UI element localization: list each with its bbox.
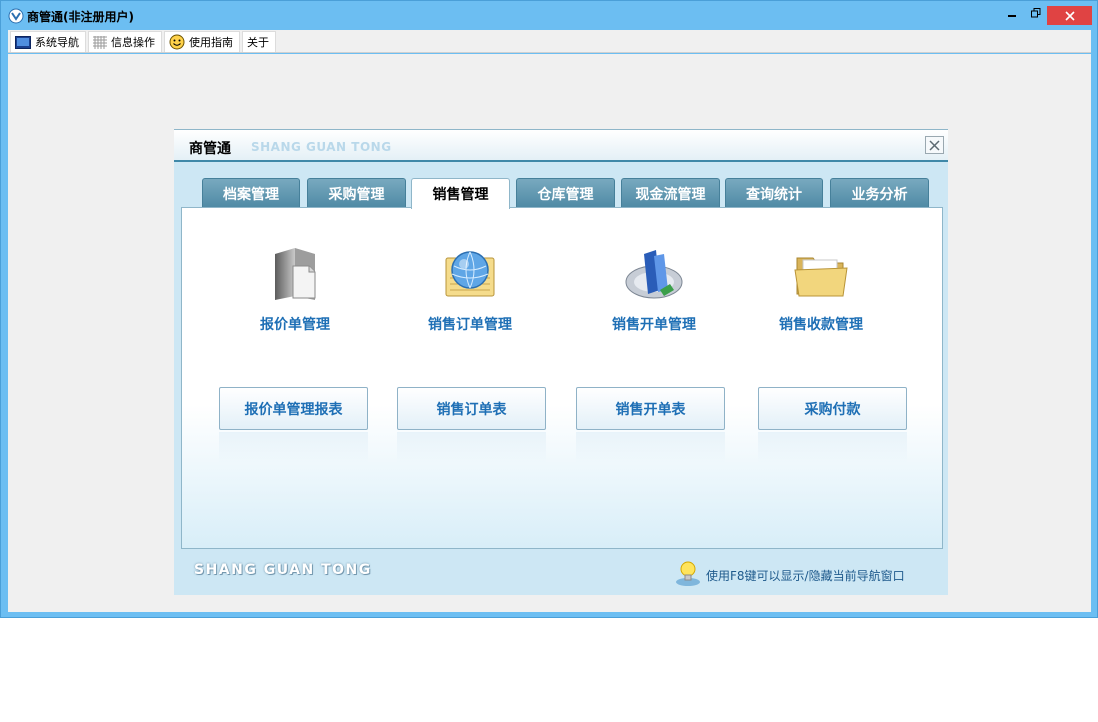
report-button-sales-invoice[interactable]: 销售开单表 (576, 387, 725, 430)
tab-cashflow-management[interactable]: 现金流管理 (621, 178, 720, 208)
tab-label: 仓库管理 (537, 186, 594, 203)
menu-label: 信息操作 (111, 36, 155, 49)
close-icon (1064, 10, 1075, 21)
tab-label: 采购管理 (328, 186, 385, 203)
menu-user-guide[interactable]: 使用指南 (164, 31, 240, 52)
tab-label: 现金流管理 (635, 186, 706, 203)
tab-warehouse-management[interactable]: 仓库管理 (516, 178, 615, 208)
report-button-quote[interactable]: 报价单管理报表 (219, 387, 368, 430)
module-label: 销售收款管理 (779, 317, 863, 333)
monitor-icon (15, 35, 31, 49)
menu-information-operation[interactable]: 信息操作 (88, 31, 162, 52)
menu-label: 关于 (247, 36, 269, 49)
module-sales-invoice-management[interactable]: 销售开单管理 (584, 244, 724, 334)
close-window-button[interactable] (1047, 6, 1092, 25)
restore-button[interactable] (1025, 1, 1047, 25)
tab-purchase-management[interactable]: 采购管理 (307, 178, 406, 208)
app-logo-icon (8, 8, 24, 24)
tab-archive-management[interactable]: 档案管理 (202, 178, 300, 208)
panel-header: 商管通 SHANG GUAN TONG (174, 130, 948, 162)
quote-document-icon (275, 248, 316, 300)
globe-notepad-icon (445, 251, 495, 297)
menu-label: 系统导航 (35, 36, 79, 49)
module-label: 销售开单管理 (612, 317, 696, 333)
tab-label: 档案管理 (223, 186, 279, 203)
tab-label: 销售管理 (432, 187, 489, 203)
report-button-purchase-payment[interactable]: 采购付款 (758, 387, 907, 430)
module-sales-order-management[interactable]: 销售订单管理 (400, 244, 540, 334)
minimize-icon (1008, 15, 1016, 17)
button-reflection (758, 432, 907, 464)
title-bar: 商管通(非注册用户) (1, 1, 1097, 30)
panel-title: 商管通 (189, 141, 231, 157)
button-label: 销售开单表 (615, 401, 686, 418)
button-label: 采购付款 (804, 401, 861, 418)
tab-sales-management[interactable]: 销售管理 (411, 178, 510, 209)
menu-bar: 系统导航 信息操作 使用指南 关于 (8, 30, 1091, 53)
menu-label: 使用指南 (189, 36, 233, 49)
menu-about[interactable]: 关于 (242, 31, 276, 52)
footer-brand: SHANG GUAN TONG (194, 562, 372, 578)
panel-subtitle: SHANG GUAN TONG (251, 140, 392, 154)
module-sales-receipt-management[interactable]: 销售收款管理 (751, 244, 891, 334)
minimize-button[interactable] (999, 1, 1025, 25)
tab-label: 查询统计 (746, 186, 802, 203)
client-area: 商管通 SHANG GUAN TONG 档案管理 采购管理 销售管理 仓库管理 (8, 54, 1091, 612)
grid-icon (93, 35, 107, 49)
button-reflection (576, 432, 725, 464)
close-icon (929, 139, 940, 151)
module-label: 销售订单管理 (428, 317, 512, 333)
window-title: 商管通(非注册用户) (27, 10, 134, 24)
restore-icon (1031, 8, 1041, 18)
smiley-icon (169, 34, 185, 50)
navigation-panel: 商管通 SHANG GUAN TONG 档案管理 采购管理 销售管理 仓库管理 (174, 129, 948, 595)
category-tabs: 档案管理 采购管理 销售管理 仓库管理 现金流管理 查询统计 业务分析 (202, 178, 942, 209)
button-reflection (397, 432, 546, 464)
main-window: 商管通(非注册用户) 系统导航 信息操作 使用指南 关于 商管通 SHANG G… (0, 0, 1098, 618)
module-label: 报价单管理 (260, 317, 330, 333)
footer-tip: 使用F8键可以显示/隐藏当前导航窗口 (706, 569, 905, 583)
button-label: 销售订单表 (436, 401, 507, 418)
button-reflection (219, 432, 368, 464)
folder-icon (794, 257, 848, 297)
module-quote-management[interactable]: 报价单管理 (225, 244, 365, 334)
button-label: 报价单管理报表 (244, 401, 343, 418)
tab-content: 报价单管理 销售订单管理 销售开单管理 销售收款管理 报价单管理报表 销售订单表… (181, 207, 943, 549)
tab-business-analysis[interactable]: 业务分析 (830, 178, 929, 208)
lightbulb-icon (676, 561, 700, 586)
panel-close-button[interactable] (925, 136, 944, 154)
report-button-sales-order[interactable]: 销售订单表 (397, 387, 546, 430)
tab-query-statistics[interactable]: 查询统计 (725, 178, 823, 208)
menu-system-navigation[interactable]: 系统导航 (10, 31, 86, 52)
panel-footer: SHANG GUAN TONG 使用F8键可以显示/隐藏当前导航窗口 (174, 550, 948, 596)
tab-label: 业务分析 (851, 186, 908, 203)
books-disc-icon (625, 250, 683, 299)
